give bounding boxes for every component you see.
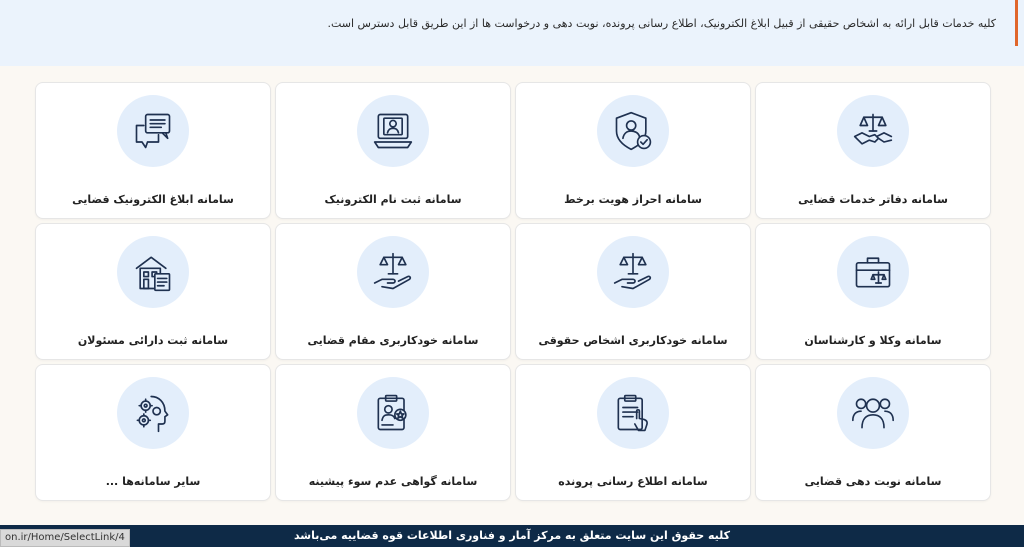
laptop-user-icon: [357, 95, 429, 167]
service-card-appointments[interactable]: سامانه نوبت دهی قضایی: [755, 364, 991, 501]
building-checklist-icon: [117, 236, 189, 308]
hand-scales-icon: [357, 236, 429, 308]
intro-text: کلیه خدمات قابل ارائه به اشخاص حقیقی از …: [327, 17, 996, 30]
card-label: سامانه ثبت نام الکترونیک: [324, 193, 462, 206]
service-card-e-notification[interactable]: سامانه ابلاغ الکترونیک قضایی: [35, 82, 271, 219]
hand-scales-icon: [597, 236, 669, 308]
service-card-officials-assets[interactable]: سامانه ثبت دارائی مسئولان: [35, 223, 271, 360]
handshake-scales-icon: [837, 95, 909, 167]
service-card-lawyers[interactable]: سامانه وکلا و کارشناسان: [755, 223, 991, 360]
service-card-judicial-authority[interactable]: سامانه خودکاربری مقام قضایی: [275, 223, 511, 360]
card-label: سامانه گواهی عدم سوء پیشینه: [308, 475, 478, 488]
footer: کلیه حقوق این سایت متعلق به مرکز آمار و …: [0, 525, 1024, 547]
card-label: سامانه اطلاع رسانی پرونده: [558, 475, 708, 488]
card-label: سامانه خودکاربری اشخاص حقوقی: [538, 334, 728, 347]
service-card-identity[interactable]: سامانه احراز هویت برخط: [515, 82, 751, 219]
head-gears-icon: [117, 377, 189, 449]
card-label: سامانه ابلاغ الکترونیک قضایی: [72, 193, 234, 206]
people-group-icon: [837, 377, 909, 449]
card-label: سامانه خودکاربری مقام قضایی: [307, 334, 479, 347]
chat-bubbles-icon: [117, 95, 189, 167]
service-card-judicial-offices[interactable]: سامانه دفاتر خدمات قضایی: [755, 82, 991, 219]
intro-banner: کلیه خدمات قابل ارائه به اشخاص حقیقی از …: [0, 0, 1024, 66]
banner-accent: [1015, 0, 1018, 46]
card-label: سامانه وکلا و کارشناسان: [804, 334, 942, 347]
service-card-case-info[interactable]: سامانه اطلاع رسانی پرونده: [515, 364, 751, 501]
clipboard-badge-icon: [357, 377, 429, 449]
shield-user-icon: [597, 95, 669, 167]
clipboard-hand-icon: [597, 377, 669, 449]
service-card-e-registration[interactable]: سامانه ثبت نام الکترونیک: [275, 82, 511, 219]
card-label: سامانه دفاتر خدمات قضایی: [798, 193, 948, 206]
status-bar-url: on.ir/Home/SelectLink/4: [0, 529, 130, 547]
service-card-other-systems[interactable]: سایر سامانه‌ها ...: [35, 364, 271, 501]
card-label: سایر سامانه‌ها ...: [105, 475, 201, 488]
card-label: سامانه نوبت دهی قضایی: [804, 475, 942, 488]
card-label: سامانه احراز هویت برخط: [564, 193, 702, 206]
card-label: سامانه ثبت دارائی مسئولان: [77, 334, 229, 347]
briefcase-scales-icon: [837, 236, 909, 308]
footer-copyright: کلیه حقوق این سایت متعلق به مرکز آمار و …: [293, 529, 731, 542]
services-grid: سامانه دفاتر خدمات قضایی سامانه احراز هو…: [35, 82, 991, 501]
service-card-no-criminal-record[interactable]: سامانه گواهی عدم سوء پیشینه: [275, 364, 511, 501]
service-card-legal-entities[interactable]: سامانه خودکاربری اشخاص حقوقی: [515, 223, 751, 360]
